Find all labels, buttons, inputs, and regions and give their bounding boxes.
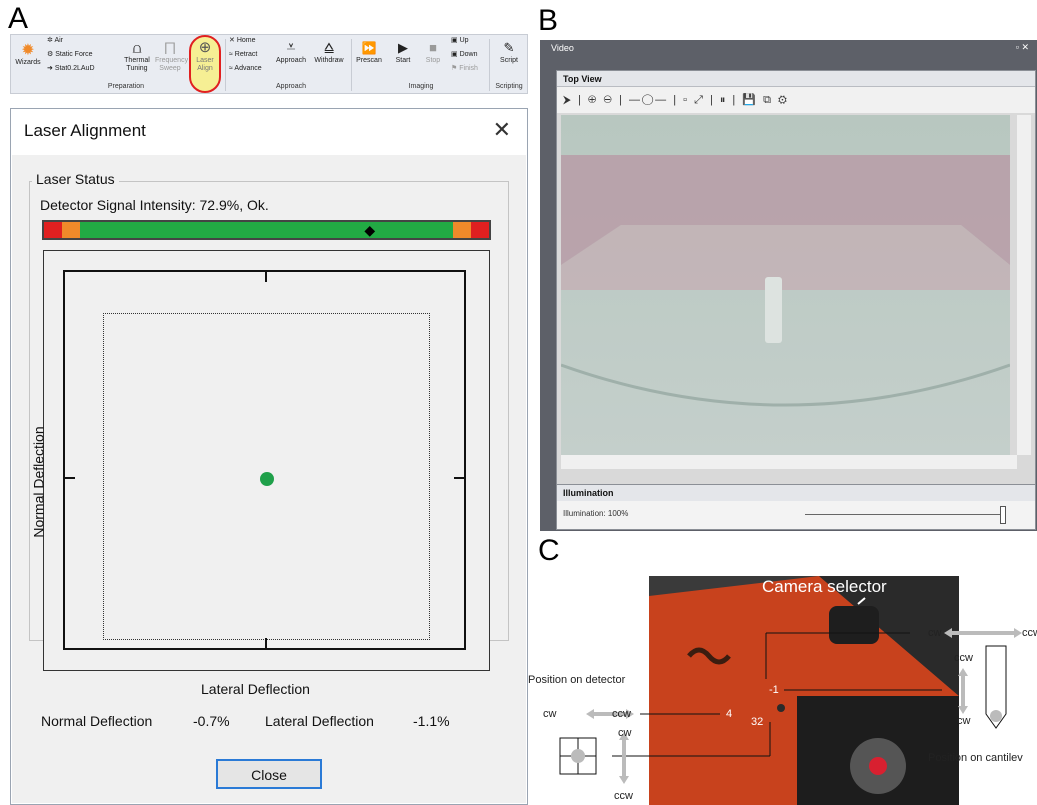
play-icon: ▶: [398, 40, 408, 55]
panel-label-b: B: [538, 4, 559, 37]
cw-label-detector: cw: [543, 708, 557, 720]
position-on-cantilever-label: Position on cantilev: [928, 752, 1023, 764]
video-toolbar[interactable]: ⮞ | ⊕ ⊖ | —◯— | ▫ ⤢ | ⏸ | 💾 ⧉ ⚙: [557, 87, 1035, 113]
dialog-title: Laser Alignment: [24, 121, 146, 140]
tick-right: [454, 477, 466, 479]
bar-red-low: [44, 222, 62, 238]
panel-label-a: A: [8, 2, 29, 35]
tick-bottom: [265, 638, 267, 650]
sweep-icon: ⨅: [164, 40, 176, 56]
withdraw-icon: ⩠: [324, 39, 334, 56]
y-axis-label: Normal Deflection: [30, 426, 47, 538]
bar-red-high: [471, 222, 489, 238]
top-view-title: Top View: [557, 71, 1035, 87]
group-imaging: Imaging: [408, 83, 434, 90]
signal-intensity-bar: [42, 220, 491, 240]
horizontal-scrollbar[interactable]: [561, 455, 1017, 469]
frequency-sweep-button[interactable]: ⨅ Frequency Sweep: [155, 39, 188, 73]
static-force-option[interactable]: ⚙ Static Force: [47, 51, 93, 59]
home-option[interactable]: ✕ Home: [229, 37, 256, 45]
camera-selector-label: Camera selector: [762, 577, 887, 596]
bar-orange-low: [61, 222, 80, 238]
bar-green: [79, 222, 454, 238]
group-preparation: Preparation: [107, 83, 145, 90]
illumination-slider-track: [805, 514, 1001, 515]
screw-label-4: 4: [726, 708, 733, 720]
normal-deflection-label: Normal Deflection: [41, 713, 153, 729]
retract-option[interactable]: ≈ Retract: [229, 51, 257, 59]
screw-label-1: -1: [769, 684, 779, 696]
ribbon-divider: [489, 39, 490, 91]
laser-status-title: Laser Status: [32, 171, 119, 187]
air-option[interactable]: ✲ Air: [47, 37, 63, 45]
tick-left: [63, 477, 75, 479]
vertical-scrollbar[interactable]: [1017, 115, 1031, 455]
prescan-button[interactable]: ⏩ Prescan: [355, 39, 383, 65]
top-view-pane: Top View ⮞ | ⊕ ⊖ | —◯— | ▫ ⤢ | ⏸ | 💾 ⧉ ⚙: [556, 70, 1036, 502]
group-scripting: Scripting: [495, 83, 523, 90]
lateral-deflection-label: Lateral Deflection: [265, 713, 374, 729]
video-title: Video: [551, 43, 574, 53]
wizards-button[interactable]: ✹ Wizards: [15, 43, 41, 67]
x-axis-label: Lateral Deflection: [201, 681, 310, 697]
cantilever-camera-view: [561, 115, 1010, 455]
tick-top: [265, 270, 267, 282]
lateral-deflection-value: -1.1%: [413, 713, 450, 729]
screw-label-32: 32: [751, 716, 764, 728]
camera-image: [561, 115, 1010, 455]
advance-option[interactable]: ≈ Advance: [229, 65, 262, 73]
illumination-title: Illumination: [557, 485, 1035, 501]
start-button[interactable]: ▶ Start: [389, 39, 417, 65]
pen-icon: ✎: [503, 40, 515, 55]
laser-alignment-dialog: Laser Alignment ✕ Laser Status Detector …: [10, 108, 528, 805]
pin-close-icon[interactable]: ▫ ✕: [1016, 42, 1029, 53]
laser-spot: [260, 472, 274, 486]
stat-option[interactable]: ➜ Stat0.2LAuD: [47, 65, 95, 73]
ribbon-toolbar: ✹ Wizards ✲ Air ⚙ Static Force ➜ Stat0.2…: [10, 34, 528, 94]
position-on-detector-label: Position on detector: [528, 674, 626, 686]
illumination-pane: Illumination Illumination: 100%: [556, 484, 1036, 530]
normal-deflection-value: -0.7%: [193, 713, 230, 729]
approach-icon: ⩡: [286, 39, 296, 56]
ribbon-divider: [225, 39, 226, 91]
ccw-label-detector: ccw: [612, 708, 631, 720]
video-window: Video ▫ ✕ Top View ⮞ | ⊕ ⊖ | —◯— | ▫ ⤢ |…: [540, 40, 1037, 531]
approach-button[interactable]: ⩡ Approach: [273, 39, 309, 65]
ccw-label-cantilever-vertical: ccw: [954, 652, 973, 664]
bar-orange-high: [453, 222, 472, 238]
ribbon-divider: [351, 39, 352, 91]
up-option[interactable]: ▣ Up: [451, 37, 469, 45]
cw-label-detector-vertical: cw: [618, 727, 632, 739]
laser-align-button[interactable]: ⊕ Laser Align: [189, 35, 221, 93]
withdraw-button[interactable]: ⩠ Withdraw: [311, 39, 347, 65]
thermal-tuning-button[interactable]: ⩍ Thermal Tuning: [123, 39, 151, 73]
panel-label-c: C: [538, 534, 560, 567]
annotation-lines: [559, 597, 1022, 784]
thermal-icon: ⩍: [132, 40, 142, 56]
illumination-slider-thumb[interactable]: [1000, 506, 1006, 524]
signal-intensity-label: Detector Signal Intensity: 72.9%, Ok.: [40, 197, 269, 213]
close-icon[interactable]: ✕: [493, 117, 511, 143]
stop-icon: ■: [429, 40, 437, 55]
group-approach: Approach: [276, 83, 306, 90]
fast-forward-icon: ⏩: [361, 41, 377, 55]
ccw-label-cantilever: ccw: [1022, 627, 1037, 639]
finish-option[interactable]: ⚑ Finish: [451, 65, 478, 73]
cw-label-cantilever-vertical: cw: [957, 715, 971, 727]
cw-label-cantilever: cw: [928, 627, 942, 639]
ccw-label-detector-vertical: ccw: [614, 790, 633, 802]
wizard-sun-icon: ✹: [21, 42, 35, 59]
illumination-value: Illumination: 100%: [563, 509, 629, 518]
close-button[interactable]: Close: [216, 759, 322, 789]
script-button[interactable]: ✎ Script: [495, 39, 523, 65]
signal-marker-icon: ◆: [364, 222, 376, 238]
crosshair-icon: ⊕: [198, 39, 212, 56]
down-option[interactable]: ▣ Down: [451, 51, 477, 59]
stop-button[interactable]: ■ Stop: [421, 39, 445, 65]
